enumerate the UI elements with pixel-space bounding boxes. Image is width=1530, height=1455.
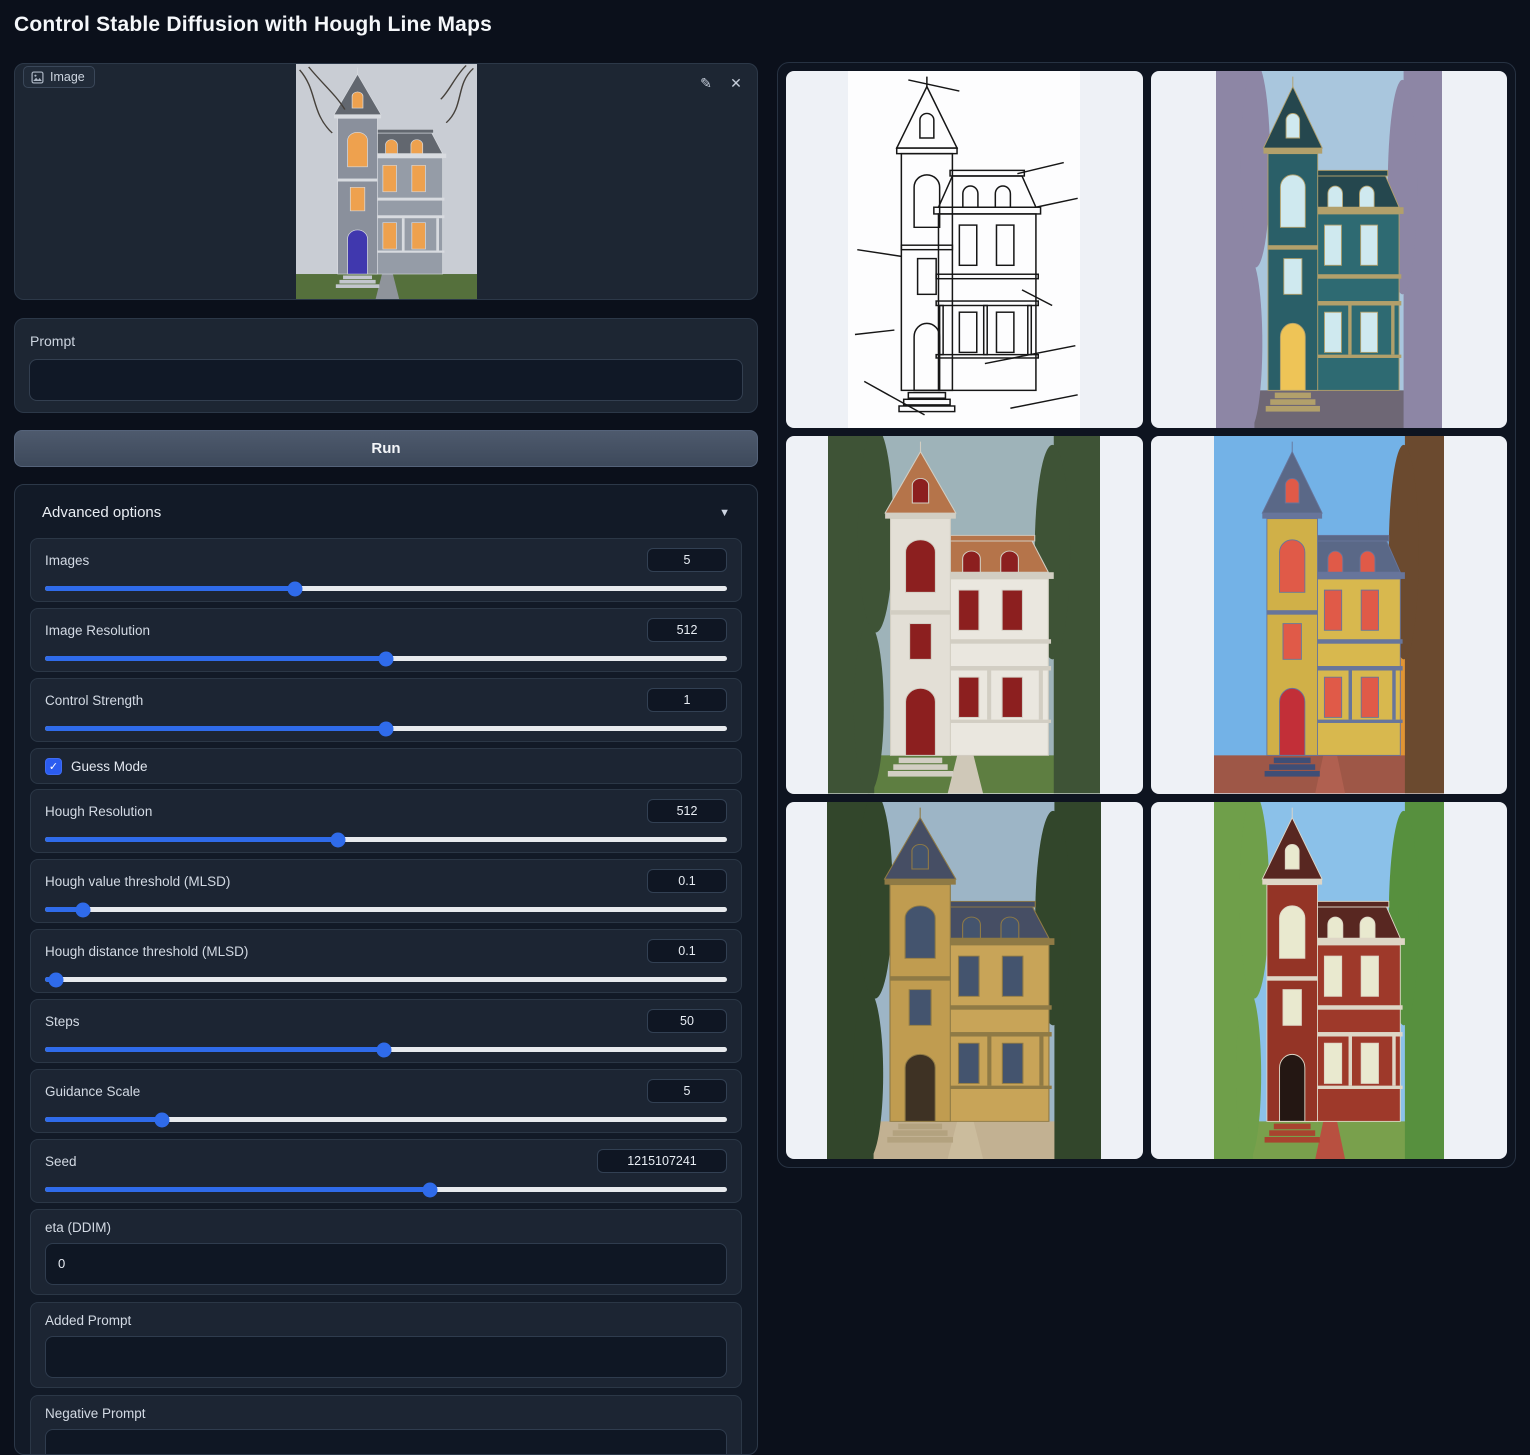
image-label: Image [50, 70, 85, 84]
prompt-panel: Prompt [14, 318, 758, 413]
negative-prompt-input[interactable] [45, 1429, 727, 1455]
prompt-input[interactable] [29, 359, 743, 401]
close-icon: ✕ [730, 75, 742, 92]
slider-value-input[interactable]: 0.1 [647, 939, 727, 963]
slider-value-input[interactable]: 0.1 [647, 869, 727, 893]
slider-thumb[interactable] [154, 1112, 169, 1127]
slider-label: Control Strength [45, 693, 143, 708]
slider-value-input[interactable]: 5 [647, 1079, 727, 1103]
slider-label: Hough distance threshold (MLSD) [45, 944, 248, 959]
slider-control-strength: Control Strength 1 [30, 678, 742, 742]
slider-thumb[interactable] [376, 1042, 391, 1057]
input-image[interactable] [296, 64, 477, 299]
pencil-icon: ✎ [700, 75, 712, 92]
slider-thumb[interactable] [423, 1182, 438, 1197]
slider-image-resolution: Image Resolution 512 [30, 608, 742, 672]
slider-hough-value-threshold: Hough value threshold (MLSD) 0.1 [30, 859, 742, 923]
slider-label: Guidance Scale [45, 1084, 140, 1099]
slider-track[interactable] [45, 1187, 727, 1192]
added-prompt-input[interactable] [45, 1336, 727, 1378]
slider-value-input[interactable]: 512 [647, 799, 727, 823]
slider-label: Steps [45, 1014, 80, 1029]
slider-hough-distance-threshold: Hough distance threshold (MLSD) 0.1 [30, 929, 742, 993]
page-title: Control Stable Diffusion with Hough Line… [14, 13, 492, 37]
slider-seed: Seed 1215107241 [30, 1139, 742, 1203]
slider-track[interactable] [45, 907, 727, 912]
generated-image [1214, 436, 1444, 793]
slider-thumb[interactable] [75, 902, 90, 917]
guess-mode-label: Guess Mode [71, 759, 148, 774]
slider-guidance-scale: Guidance Scale 5 [30, 1069, 742, 1133]
slider-thumb[interactable] [288, 581, 303, 596]
added-prompt-field: Added Prompt [30, 1302, 742, 1388]
gallery-item-hough-map[interactable] [786, 71, 1143, 428]
gallery-item-result-2[interactable] [786, 436, 1143, 793]
caret-down-icon: ▼ [719, 507, 730, 519]
added-prompt-label: Added Prompt [45, 1313, 727, 1328]
eta-input[interactable]: 0 [45, 1243, 727, 1285]
generated-image [1216, 71, 1442, 428]
slider-track[interactable] [45, 1047, 727, 1052]
guess-mode-checkbox[interactable]: ✓ [45, 758, 62, 775]
check-icon: ✓ [49, 760, 58, 773]
edit-image-button[interactable]: ✎ [695, 72, 717, 94]
eta-field: eta (DDIM) 0 [30, 1209, 742, 1295]
run-button[interactable]: Run [14, 430, 758, 467]
generated-image [827, 802, 1101, 1159]
slider-track[interactable] [45, 586, 727, 591]
slider-thumb[interactable] [379, 651, 394, 666]
slider-images: Images 5 [30, 538, 742, 602]
slider-thumb[interactable] [331, 832, 346, 847]
gallery-item-result-1[interactable] [1151, 71, 1508, 428]
gallery-item-result-4[interactable] [786, 802, 1143, 1159]
advanced-options-accordion: Advanced options ▼ Images 5 Image Resolu… [14, 484, 758, 1455]
slider-track[interactable] [45, 726, 727, 731]
slider-thumb[interactable] [48, 972, 63, 987]
slider-value-input[interactable]: 5 [647, 548, 727, 572]
generated-image [828, 436, 1100, 793]
negative-prompt-field: Negative Prompt [30, 1395, 742, 1455]
slider-track[interactable] [45, 1117, 727, 1122]
guess-mode-row: ✓ Guess Mode [30, 748, 742, 784]
slider-hough-resolution: Hough Resolution 512 [30, 789, 742, 853]
slider-track[interactable] [45, 977, 727, 982]
negative-prompt-label: Negative Prompt [45, 1406, 727, 1421]
slider-value-input[interactable]: 512 [647, 618, 727, 642]
slider-thumb[interactable] [379, 721, 394, 736]
slider-label: Hough Resolution [45, 804, 152, 819]
slider-label: Hough value threshold (MLSD) [45, 874, 230, 889]
eta-label: eta (DDIM) [45, 1220, 727, 1235]
slider-steps: Steps 50 [30, 999, 742, 1063]
slider-label: Seed [45, 1154, 77, 1169]
slider-label: Images [45, 553, 89, 568]
slider-value-input[interactable]: 1 [647, 688, 727, 712]
advanced-options-title: Advanced options [42, 504, 161, 521]
hough-map-image [848, 71, 1080, 428]
generated-image [1214, 802, 1444, 1159]
slider-track[interactable] [45, 656, 727, 661]
slider-label: Image Resolution [45, 623, 150, 638]
slider-value-input[interactable]: 1215107241 [597, 1149, 727, 1173]
slider-value-input[interactable]: 50 [647, 1009, 727, 1033]
slider-track[interactable] [45, 837, 727, 842]
prompt-label: Prompt [30, 333, 75, 349]
image-icon [31, 71, 44, 84]
input-image-panel: Image ✎ ✕ [14, 63, 758, 300]
clear-image-button[interactable]: ✕ [725, 72, 747, 94]
advanced-options-header[interactable]: Advanced options ▼ [30, 485, 742, 538]
gallery-item-result-3[interactable] [1151, 436, 1508, 793]
gallery-item-result-5[interactable] [1151, 802, 1508, 1159]
output-gallery [777, 62, 1516, 1168]
image-label-badge: Image [23, 66, 95, 88]
